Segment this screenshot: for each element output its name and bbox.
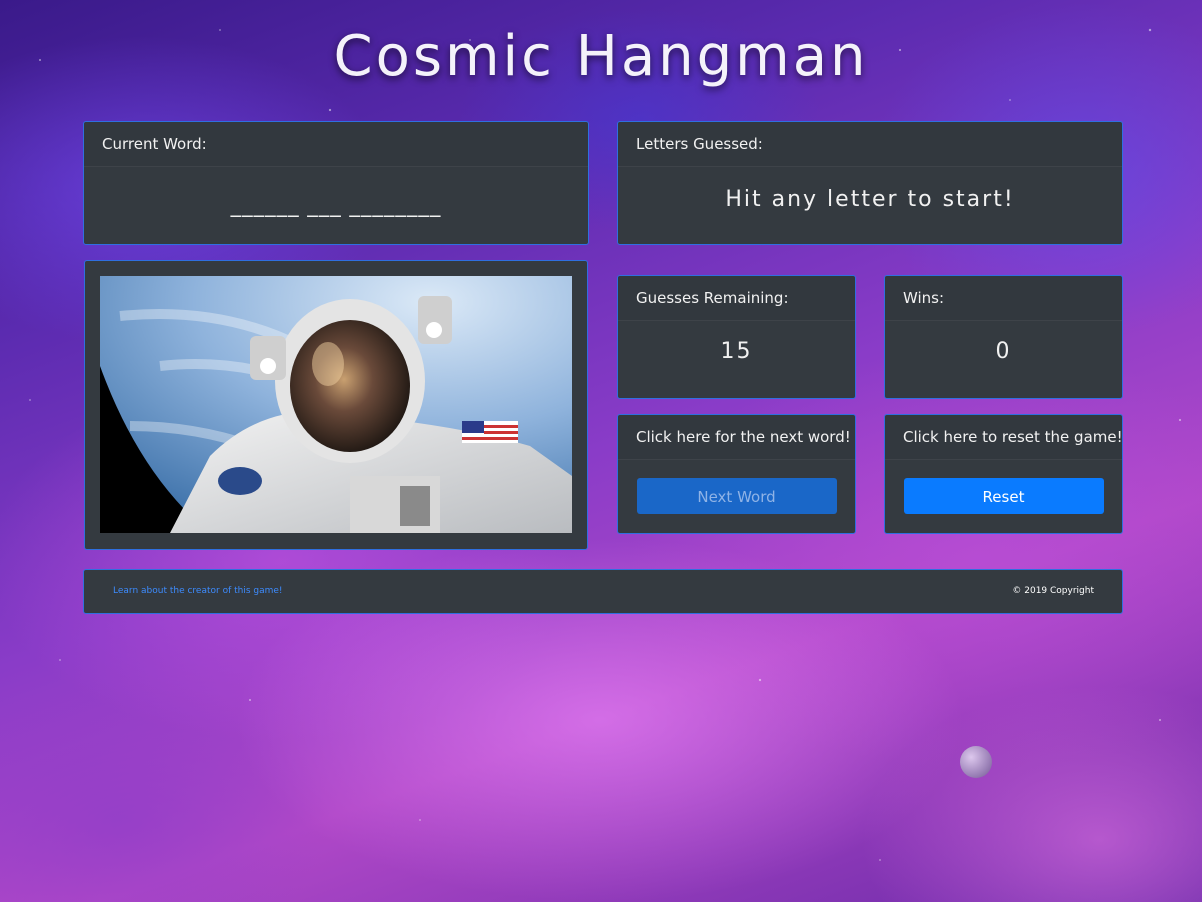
letters-guessed-display: Hit any letter to start! (725, 187, 1015, 212)
current-word-display: ______ ___ ________ (230, 193, 442, 217)
guesses-remaining-card: Guesses Remaining: 15 (617, 275, 856, 399)
wins-header: Wins: (885, 276, 1122, 321)
next-word-header: Click here for the next word! (618, 415, 855, 460)
letters-guessed-header: Letters Guessed: (618, 122, 1122, 167)
letters-guessed-card: Letters Guessed: Hit any letter to start… (617, 121, 1123, 245)
reset-header: Click here to reset the game! (885, 415, 1122, 460)
wins-card: Wins: 0 (884, 275, 1123, 399)
footer: Learn about the creator of this game! © … (83, 569, 1123, 614)
reset-button[interactable]: Reset (903, 478, 1104, 514)
next-word-card: Click here for the next word! Next Word (617, 414, 856, 534)
game-title: Cosmic Hangman (333, 24, 869, 89)
creator-link[interactable]: Learn about the creator of this game! (113, 586, 283, 596)
wins-value: 0 (995, 339, 1012, 364)
guesses-remaining-value: 15 (720, 339, 753, 364)
astronaut-image (100, 276, 572, 533)
current-word-card: Current Word: ______ ___ ________ (83, 121, 589, 245)
image-card (84, 260, 588, 550)
next-word-button[interactable]: Next Word (636, 478, 837, 514)
guesses-remaining-header: Guesses Remaining: (618, 276, 855, 321)
reset-card: Click here to reset the game! Reset (884, 414, 1123, 534)
current-word-header: Current Word: (84, 122, 588, 167)
copyright-text: © 2019 Copyright (1012, 586, 1094, 596)
planet-decoration (960, 746, 992, 778)
